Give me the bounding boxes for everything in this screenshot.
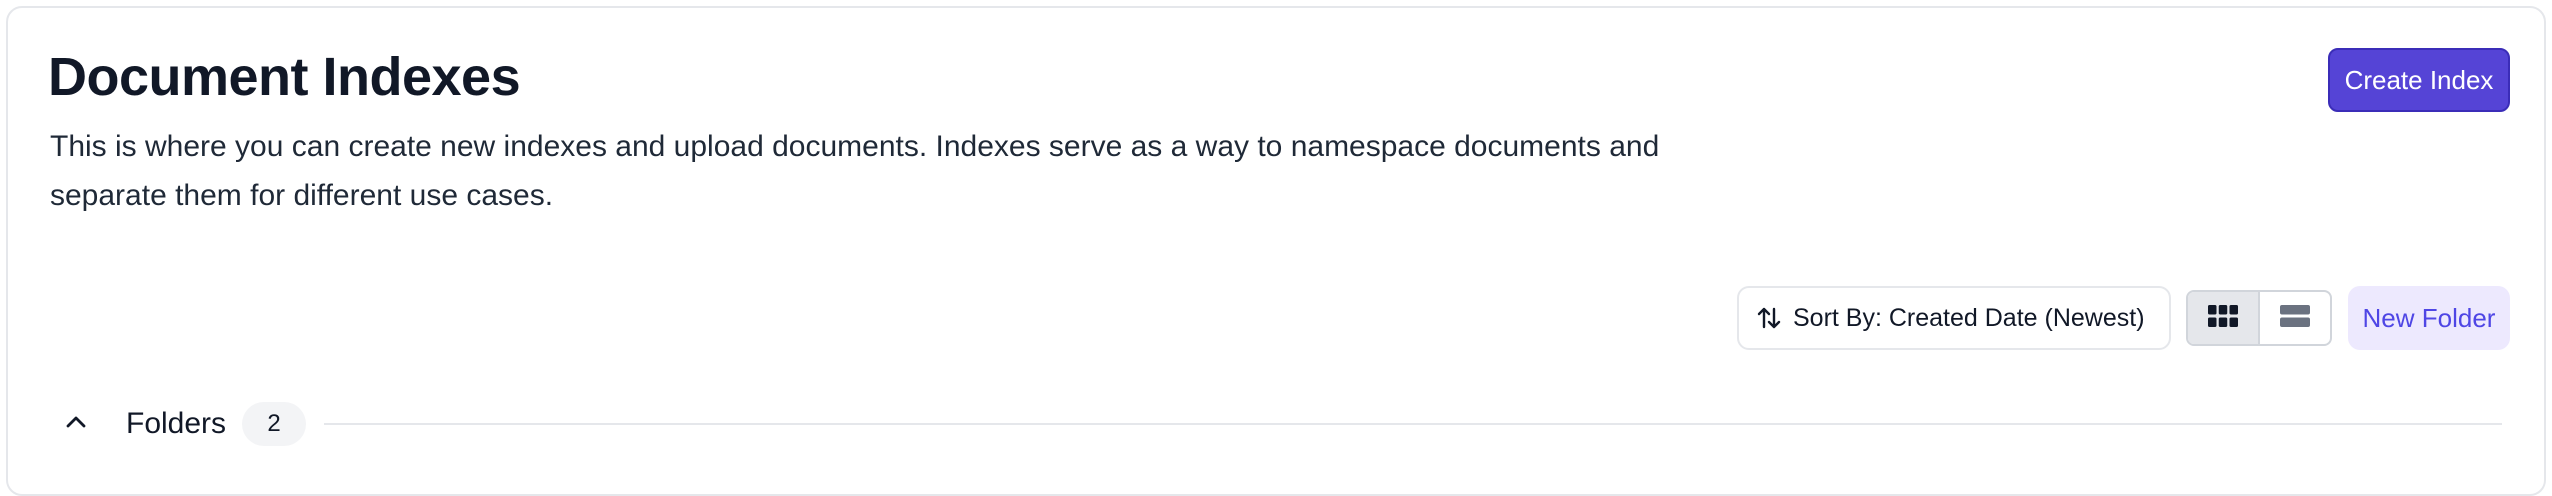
- sort-dropdown-button[interactable]: Sort By: Created Date (Newest): [1737, 286, 2171, 350]
- new-folder-button[interactable]: New Folder: [2348, 286, 2510, 350]
- folders-collapse-toggle[interactable]: [56, 404, 96, 444]
- folders-count-badge: 2: [242, 402, 307, 446]
- chevron-up-icon: [65, 415, 87, 434]
- list-view-icon: [2280, 304, 2310, 332]
- page-description: This is where you can create new indexes…: [50, 130, 1660, 212]
- page-title: Document Indexes: [48, 47, 521, 107]
- sort-label: Sort By: Created Date (Newest): [1793, 303, 2145, 332]
- folders-section-header: Folders 2: [56, 400, 2502, 448]
- sort-arrows-icon: [1755, 304, 1783, 332]
- grid-view-button[interactable]: [2188, 292, 2260, 344]
- section-divider: [324, 423, 2502, 425]
- folders-label: Folders: [126, 407, 227, 440]
- view-mode-toggle: [2186, 290, 2332, 346]
- grid-view-icon: [2208, 304, 2238, 332]
- list-view-button[interactable]: [2260, 292, 2330, 344]
- create-index-button[interactable]: Create Index: [2328, 48, 2510, 112]
